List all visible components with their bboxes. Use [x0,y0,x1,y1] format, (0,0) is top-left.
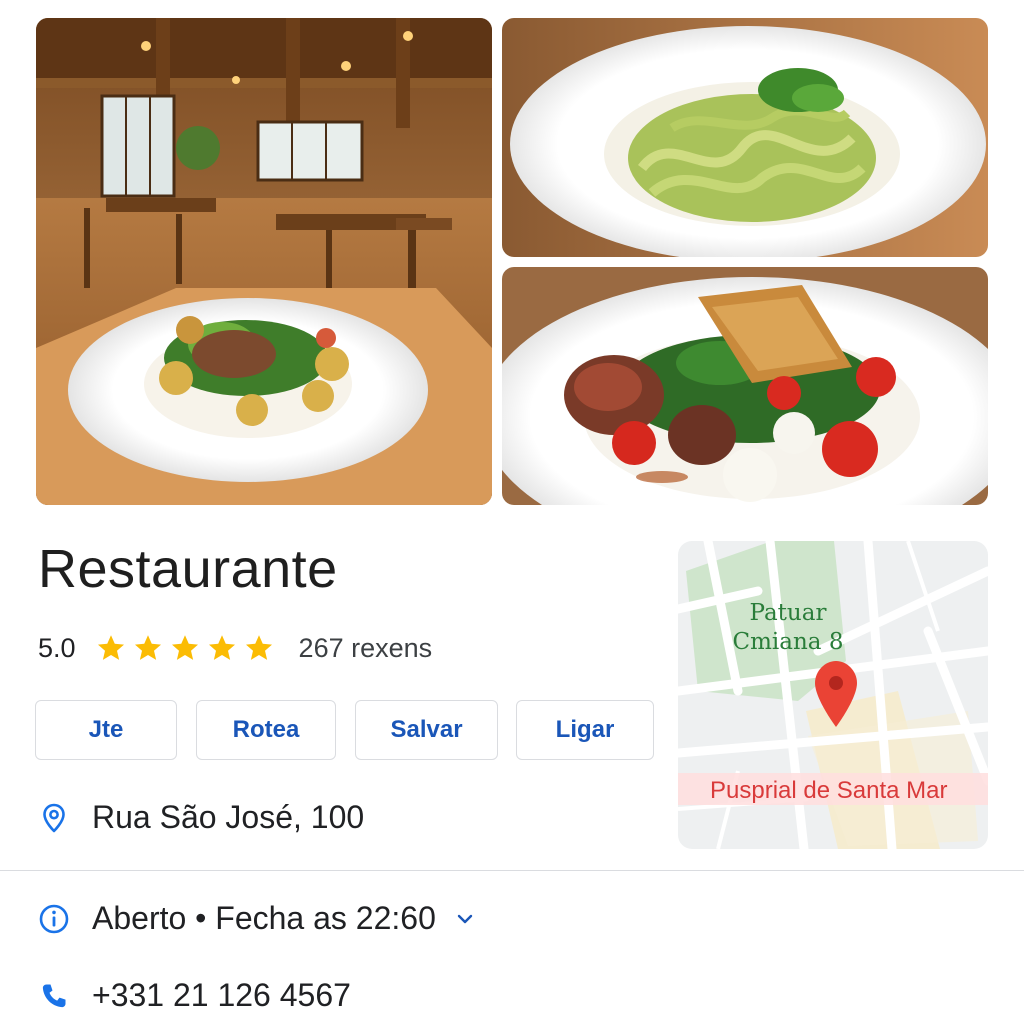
call-button[interactable]: Ligar [516,700,654,760]
place-title: Restaurante [38,539,338,599]
photo-pesto-pasta[interactable] [502,18,988,257]
star-icon [208,635,235,660]
map-label-street: Pusprial de Santa Mar [710,777,948,804]
address-row[interactable]: Rua São José, 100 [38,799,364,836]
map-thumbnail[interactable]: Patuar Cmiana 8 Pusprial de Santa Mar [678,541,988,849]
address-text: Rua São José, 100 [92,799,365,835]
star-icon [134,635,161,660]
hours-row[interactable]: Aberto • Fecha as 22:60 [38,900,476,937]
save-button[interactable]: Salvar [355,700,498,760]
map-label-park: Patuar Cmiana 8 [732,600,844,655]
star-rating [96,633,281,663]
location-pin-icon [43,803,65,832]
phone-number[interactable]: +331 21 126 4567 [92,977,351,1014]
phone-icon [42,984,66,1007]
info-icon [39,904,69,933]
hours-text: Aberto • Fecha as 22:60 [92,900,436,936]
chevron-down-icon[interactable] [454,908,476,930]
rating-row: 5.0 267 rexens [38,626,432,670]
directions-button[interactable]: Rotea [196,700,336,760]
star-icon [97,635,124,660]
action-button-1[interactable]: Jte [35,700,177,760]
photo-meat-salad[interactable] [502,267,988,505]
photo-restaurant-interior[interactable] [36,18,492,505]
rating-value: 5.0 [38,632,76,663]
star-icon [245,635,272,660]
star-icon [171,635,198,660]
phone-row[interactable]: +331 21 126 4567 [38,977,351,1014]
review-count-link[interactable]: 267 rexens [299,633,433,664]
divider [0,870,1024,871]
